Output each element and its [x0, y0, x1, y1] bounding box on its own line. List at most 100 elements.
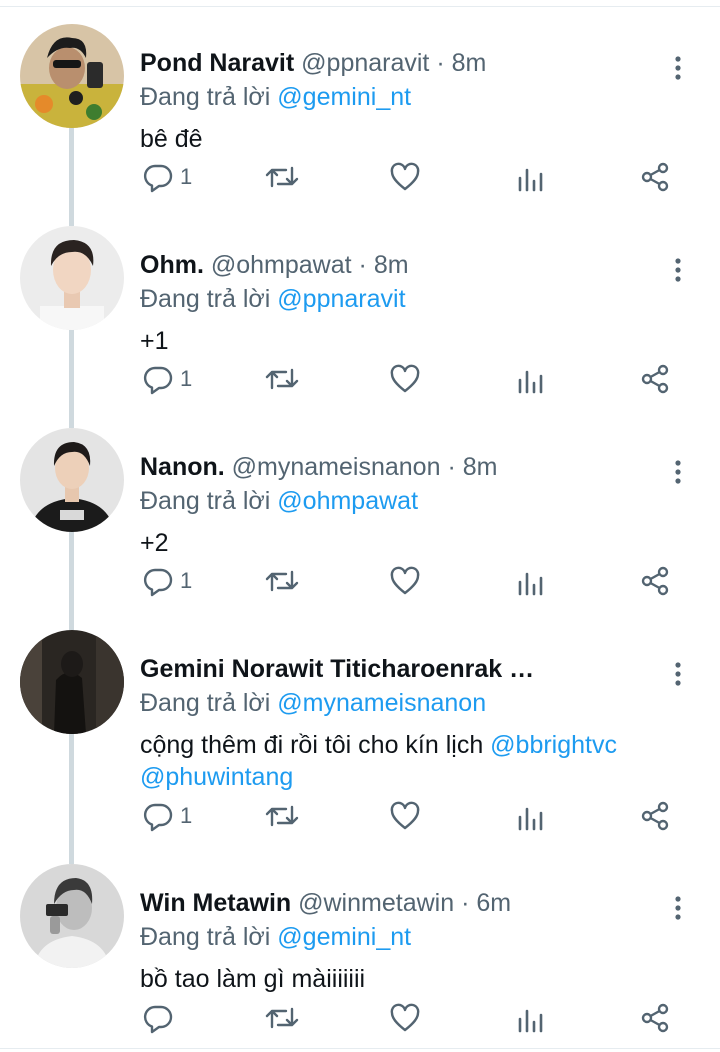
reply-icon — [143, 803, 173, 832]
reply-count: 1 — [180, 803, 193, 828]
mention-link[interactable]: @phuwintang — [140, 763, 293, 791]
more-vertical-icon — [675, 56, 681, 80]
author-name[interactable]: Gemini Norawit Titicharoenrak … — [140, 655, 534, 683]
more-options-button[interactable] — [664, 660, 692, 688]
like-button[interactable] — [389, 996, 421, 1040]
tweet-actions: 1 — [0, 794, 720, 838]
more-vertical-icon — [675, 460, 681, 484]
reply-icon — [143, 366, 173, 395]
like-icon — [390, 1003, 420, 1032]
timestamp[interactable]: 8m — [374, 251, 409, 279]
analytics-button[interactable] — [516, 996, 546, 1040]
analytics-button[interactable] — [516, 559, 546, 603]
share-icon — [641, 801, 669, 831]
avatar[interactable] — [20, 24, 124, 128]
replying-to: Đang trả lời @ohmpawat — [140, 484, 418, 518]
share-button[interactable] — [639, 996, 671, 1040]
reply-button[interactable]: 1 — [142, 155, 192, 199]
separator-dot: · — [358, 251, 367, 279]
like-icon — [390, 162, 420, 191]
replying-to-mention[interactable]: @mynameisnanon — [277, 689, 486, 717]
tweet-actions — [0, 996, 720, 1040]
reply-count: 1 — [180, 366, 193, 391]
replying-to: Đang trả lời @gemini_nt — [140, 920, 411, 954]
author-handle[interactable]: @ppnaravit — [301, 49, 429, 77]
reply-button[interactable]: 1 — [142, 794, 192, 838]
replying-to-mention[interactable]: @gemini_nt — [277, 83, 411, 111]
reply-count: 1 — [180, 164, 193, 189]
like-button[interactable] — [389, 357, 421, 401]
replying-to-mention[interactable]: @ppnaravit — [277, 285, 405, 313]
author-handle[interactable]: @winmetawin — [298, 889, 454, 917]
replying-label: Đang trả lời — [140, 487, 271, 515]
author-name[interactable]: Win Metawin — [140, 889, 291, 917]
share-button[interactable] — [639, 794, 671, 838]
replying-to-mention[interactable]: @gemini_nt — [277, 923, 411, 951]
author-name[interactable]: Nanon. — [140, 453, 225, 481]
replying-to-mention[interactable]: @ohmpawat — [277, 487, 418, 515]
reply-button[interactable]: 1 — [142, 357, 192, 401]
retweet-button[interactable] — [264, 155, 300, 199]
more-vertical-icon — [675, 662, 681, 686]
analytics-icon — [518, 168, 543, 192]
analytics-button[interactable] — [516, 357, 546, 401]
reply-icon — [143, 568, 173, 597]
retweet-button[interactable] — [264, 357, 300, 401]
more-options-button[interactable] — [664, 54, 692, 82]
analytics-button[interactable] — [516, 794, 546, 838]
like-icon — [390, 364, 420, 393]
retweet-button[interactable] — [264, 559, 300, 603]
retweet-button[interactable] — [264, 794, 300, 838]
bottom-divider — [0, 1048, 720, 1049]
reply-button[interactable] — [142, 996, 180, 1040]
mention-link[interactable]: @bbrightvc — [490, 731, 617, 759]
like-icon — [390, 566, 420, 595]
replying-label: Đang trả lời — [140, 923, 271, 951]
author-handle[interactable]: @ohmpawat — [211, 251, 352, 279]
more-options-button[interactable] — [664, 894, 692, 922]
analytics-icon — [518, 572, 543, 596]
author-name[interactable]: Pond Naravit — [140, 49, 294, 77]
avatar[interactable] — [20, 428, 124, 532]
retweet-icon — [265, 166, 299, 188]
retweet-button[interactable] — [264, 996, 300, 1040]
author-name[interactable]: Ohm. — [140, 251, 204, 279]
like-icon — [390, 801, 420, 830]
retweet-icon — [265, 805, 299, 827]
author-handle[interactable]: @mynameisnanon — [232, 453, 441, 481]
replying-to: Đang trả lời @ppnaravit — [140, 282, 406, 316]
tweet-text: bê đê — [140, 125, 203, 153]
share-button[interactable] — [639, 559, 671, 603]
analytics-icon — [518, 807, 543, 831]
separator-dot: · — [447, 453, 456, 481]
retweet-icon — [265, 368, 299, 390]
timestamp[interactable]: 8m — [452, 49, 487, 77]
more-options-button[interactable] — [664, 256, 692, 284]
analytics-icon — [518, 1009, 543, 1033]
share-icon — [641, 1003, 669, 1033]
tweet-header: Gemini Norawit Titicharoenrak … — [140, 652, 660, 686]
share-button[interactable] — [639, 155, 671, 199]
like-button[interactable] — [389, 155, 421, 199]
share-icon — [641, 162, 669, 192]
analytics-button[interactable] — [516, 155, 546, 199]
retweet-icon — [265, 1007, 299, 1029]
avatar[interactable] — [20, 226, 124, 330]
tweet-header: Win Metawin @winmetawin · 6m — [140, 886, 660, 920]
retweet-icon — [265, 570, 299, 592]
like-button[interactable] — [389, 794, 421, 838]
timestamp[interactable]: 8m — [463, 453, 498, 481]
reply-icon — [143, 1005, 173, 1034]
avatar[interactable] — [20, 630, 124, 734]
share-icon — [641, 566, 669, 596]
tweet-header: Nanon. @mynameisnanon · 8m — [140, 450, 660, 484]
more-options-button[interactable] — [664, 458, 692, 486]
like-button[interactable] — [389, 559, 421, 603]
separator-dot: · — [436, 49, 445, 77]
reply-button[interactable]: 1 — [142, 559, 192, 603]
avatar[interactable] — [20, 864, 124, 968]
tweet-actions: 1 — [0, 357, 720, 401]
replying-to: Đang trả lời @gemini_nt — [140, 80, 411, 114]
share-button[interactable] — [639, 357, 671, 401]
timestamp[interactable]: 6m — [476, 889, 511, 917]
